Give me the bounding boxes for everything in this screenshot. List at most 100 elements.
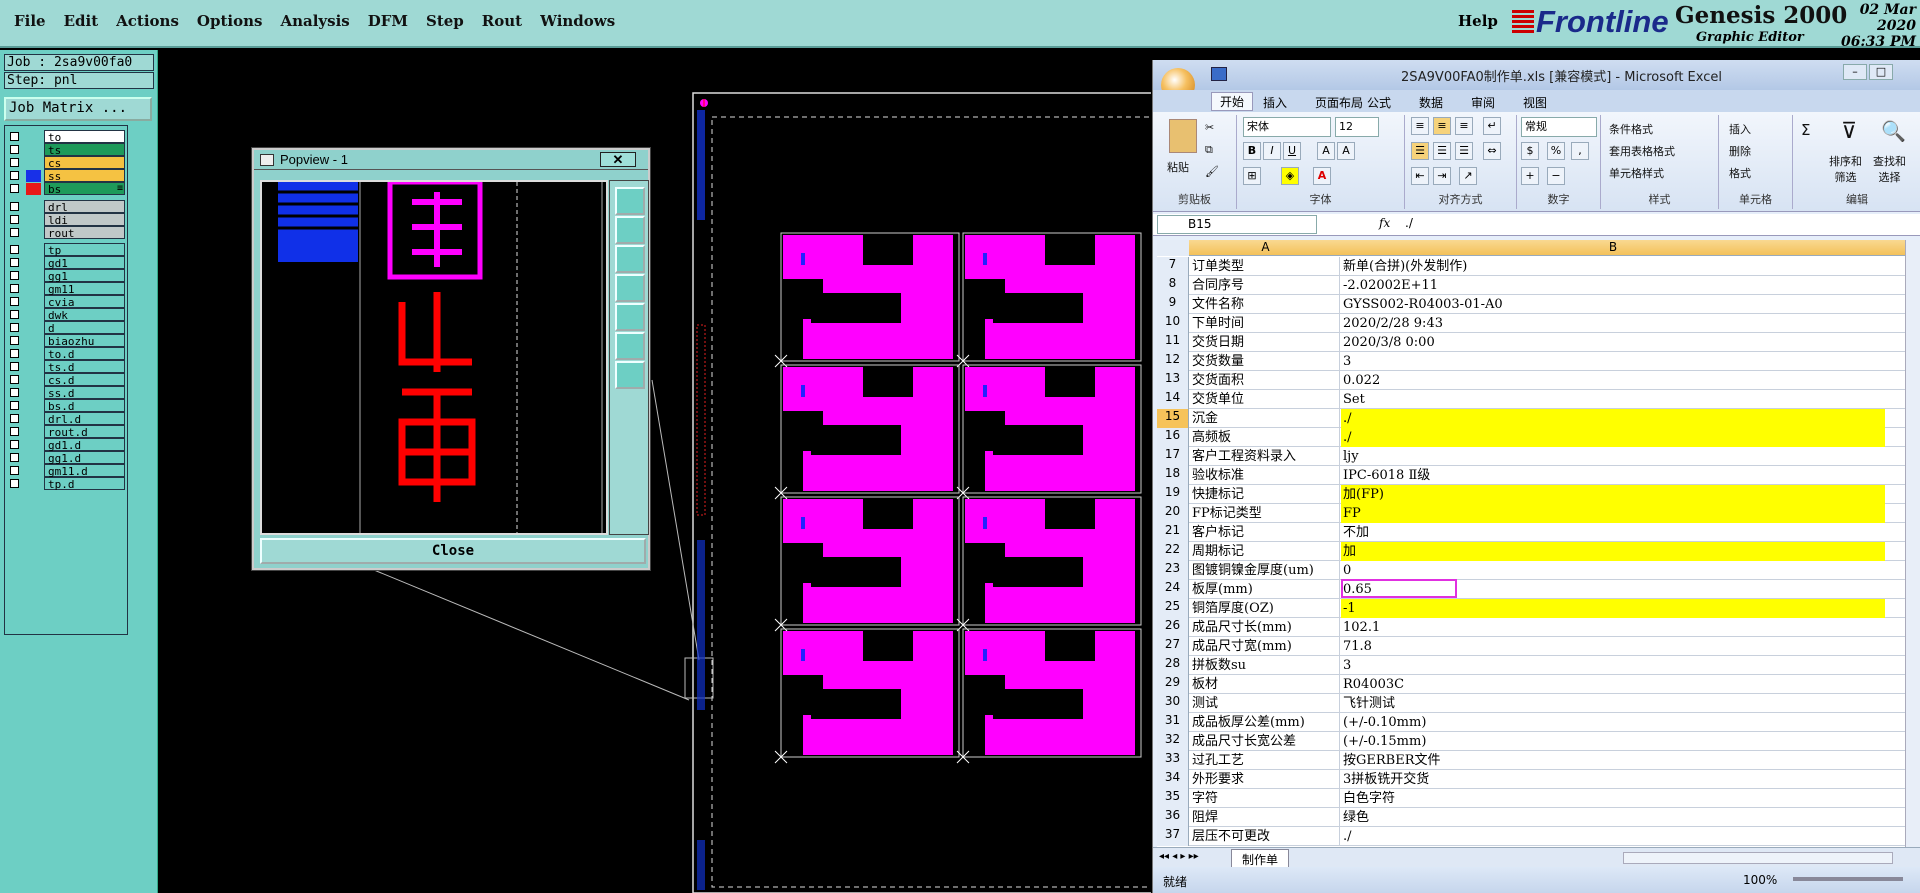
cell-a[interactable]: 周期标记 (1190, 542, 1340, 561)
comma-icon[interactable]: , (1571, 142, 1589, 160)
menu-analysis[interactable]: Analysis (280, 12, 349, 30)
layer-name[interactable]: gm11.d (44, 464, 125, 478)
cell-b[interactable]: 加 (1341, 542, 1885, 561)
layer-row[interactable]: to.d (7, 347, 127, 361)
zoom-out-icon[interactable] (615, 361, 645, 389)
pan-left-icon[interactable] (615, 274, 645, 302)
menu-options[interactable]: Options (197, 12, 263, 30)
row-number[interactable]: 22 (1157, 542, 1189, 561)
layer-row[interactable]: bs ≡ (7, 182, 127, 196)
layer-checkbox[interactable] (10, 349, 19, 358)
layer-row[interactable]: bs.d (7, 399, 127, 413)
align-center-icon[interactable]: ☰ (1433, 142, 1451, 160)
cell-a[interactable]: 交货单位 (1190, 390, 1340, 409)
layer-checkbox[interactable] (10, 215, 19, 224)
merge-icon[interactable]: ⇔ (1483, 142, 1501, 160)
cell-b[interactable]: FP (1341, 504, 1885, 523)
maximize-icon[interactable]: □ (1869, 64, 1893, 80)
layer-row[interactable]: tp (7, 243, 127, 257)
cell-b[interactable]: 按GERBER文件 (1341, 751, 1885, 770)
delete-cells-button[interactable]: 删除 (1729, 143, 1751, 159)
cell-b[interactable]: 102.1 (1341, 618, 1885, 637)
layer-name[interactable]: dwk (44, 308, 125, 322)
layer-row[interactable]: gm11 (7, 282, 127, 296)
cell-a[interactable]: 成品尺寸长宽公差 (1190, 732, 1340, 751)
pan-right-icon[interactable] (615, 303, 645, 331)
format-as-table-button[interactable]: 套用表格格式 (1609, 143, 1675, 159)
cell-a[interactable]: 交货数量 (1190, 352, 1340, 371)
cell-a[interactable]: FP标记类型 (1190, 504, 1340, 523)
cell-styles-button[interactable]: 单元格样式 (1609, 165, 1664, 181)
row-number[interactable]: 19 (1157, 485, 1189, 504)
row-number[interactable]: 27 (1157, 637, 1189, 656)
layer-name[interactable]: cs (44, 156, 125, 170)
layer-name[interactable]: gg1.d (44, 451, 125, 465)
sort-filter-button[interactable]: 排序和 筛选 (1829, 153, 1862, 185)
layer-checkbox[interactable] (10, 414, 19, 423)
layer-name[interactable]: ss (44, 169, 125, 183)
layer-name[interactable]: tp.d (44, 477, 125, 491)
row-number[interactable]: 32 (1157, 732, 1189, 751)
decrease-decimal-icon[interactable]: − (1547, 167, 1565, 185)
cell-b[interactable]: 71.8 (1341, 637, 1885, 656)
decrease-indent-icon[interactable]: ⇤ (1411, 167, 1429, 185)
layer-row[interactable]: ts.d (7, 360, 127, 374)
row-number[interactable]: 29 (1157, 675, 1189, 694)
menu-help[interactable]: Help (1458, 12, 1498, 30)
cell-b[interactable]: ./ (1341, 827, 1885, 846)
layer-checkbox[interactable] (10, 228, 19, 237)
autosum-icon[interactable]: Σ (1801, 121, 1810, 139)
layer-row[interactable]: cs.d (7, 373, 127, 387)
cell-b[interactable]: (+/-0.10mm) (1341, 713, 1885, 732)
layer-row[interactable]: ts (7, 143, 127, 157)
layer-row[interactable]: gd1 (7, 256, 127, 270)
row-number[interactable]: 36 (1157, 808, 1189, 827)
pan-down-icon[interactable] (615, 245, 645, 273)
layer-name[interactable]: gd1 (44, 256, 125, 270)
row-number[interactable]: 7 (1157, 257, 1189, 276)
layer-name[interactable]: rout.d (44, 425, 125, 439)
vertical-scrollbar[interactable] (1905, 240, 1920, 847)
layer-name[interactable]: gm11 (44, 282, 125, 296)
cell-a[interactable]: 客户标记 (1190, 523, 1340, 542)
layer-row[interactable]: to (7, 130, 127, 144)
column-header-a[interactable]: A (1190, 240, 1341, 254)
pan-up-icon[interactable] (615, 216, 645, 244)
zoom-fit-icon[interactable] (615, 187, 645, 215)
layer-checkbox[interactable] (10, 375, 19, 384)
row-number[interactable]: 35 (1157, 789, 1189, 808)
row-number[interactable]: 14 (1157, 390, 1189, 409)
layer-row[interactable]: d (7, 321, 127, 335)
find-icon[interactable]: 🔍 (1881, 119, 1906, 143)
cell-a[interactable]: 验收标准 (1190, 466, 1340, 485)
layer-row[interactable]: ss.d (7, 386, 127, 400)
align-right-icon[interactable]: ☰ (1455, 142, 1473, 160)
layer-name[interactable]: gg1 (44, 269, 125, 283)
layer-checkbox[interactable] (10, 258, 19, 267)
insert-cells-button[interactable]: 插入 (1729, 121, 1751, 137)
layer-row[interactable]: drl.d (7, 412, 127, 426)
font-name-combo[interactable]: 宋体 (1243, 117, 1331, 137)
function-icon[interactable]: fx (1379, 216, 1390, 230)
layer-name[interactable]: tp (44, 243, 125, 257)
layer-row[interactable]: gd1.d (7, 438, 127, 452)
layer-checkbox[interactable] (10, 466, 19, 475)
cell-b[interactable]: -2.02002E+11 (1341, 276, 1885, 295)
sheet-nav-icons[interactable]: ◂◂ ◂ ▸ ▸▸ (1159, 851, 1199, 862)
save-icon[interactable] (1211, 67, 1227, 81)
row-number[interactable]: 11 (1157, 333, 1189, 352)
row-number[interactable]: 17 (1157, 447, 1189, 466)
layer-checkbox[interactable] (10, 245, 19, 254)
align-middle-icon[interactable]: ≡ (1433, 117, 1451, 135)
row-number[interactable]: 23 (1157, 561, 1189, 580)
layer-name[interactable]: bs (44, 182, 125, 196)
row-number[interactable]: 31 (1157, 713, 1189, 732)
cell-b[interactable]: 3拼板铣开交货 (1341, 770, 1885, 789)
layer-name[interactable]: cvia (44, 295, 125, 309)
font-color-icon[interactable]: A (1313, 167, 1331, 185)
cell-b[interactable]: 不加 (1341, 523, 1885, 542)
layer-checkbox[interactable] (10, 271, 19, 280)
percent-icon[interactable]: % (1547, 142, 1565, 160)
column-header-b[interactable]: B (1341, 240, 1885, 254)
row-number[interactable]: 33 (1157, 751, 1189, 770)
